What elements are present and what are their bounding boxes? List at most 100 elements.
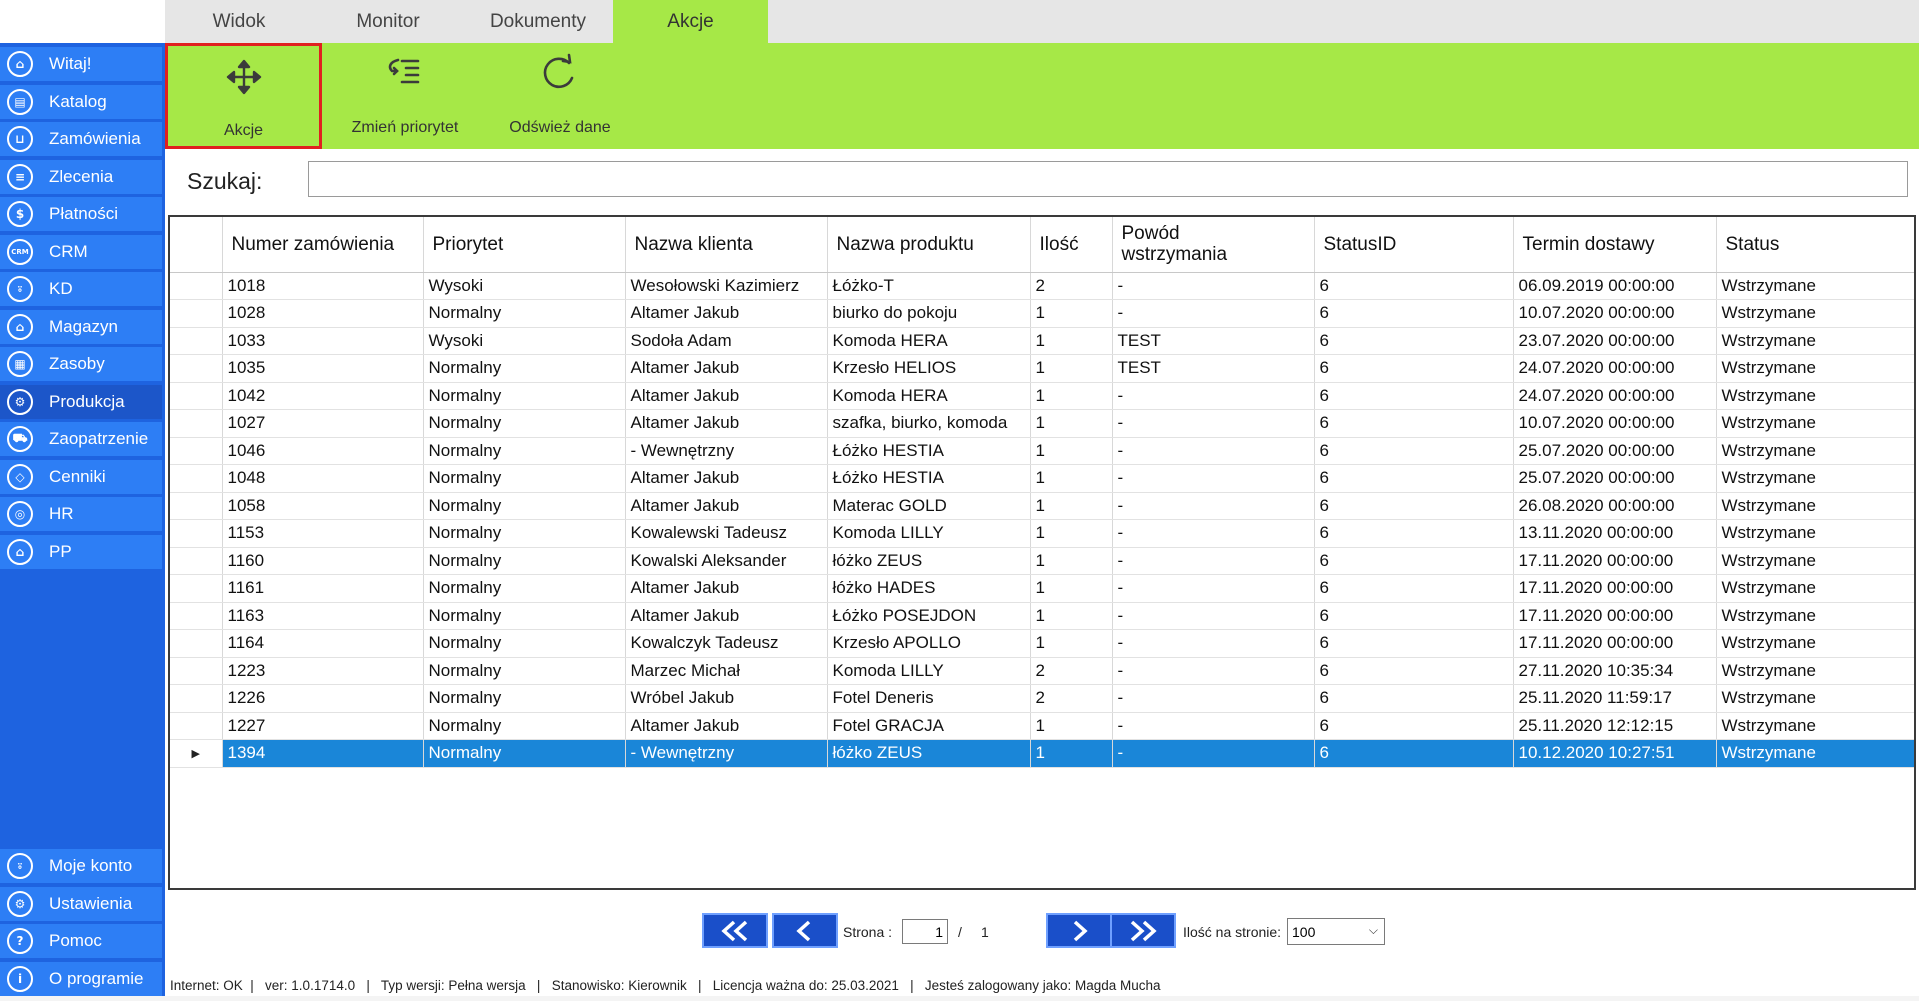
column-header[interactable]: Termin dostawy bbox=[1513, 217, 1717, 273]
table-cell[interactable]: 6 bbox=[1314, 327, 1514, 355]
sidebar-item-produkcja[interactable]: ⚙ Produkcja bbox=[0, 384, 162, 419]
table-cell[interactable]: - bbox=[1112, 602, 1315, 630]
table-cell[interactable]: 6 bbox=[1314, 272, 1514, 300]
table-cell[interactable]: - bbox=[1112, 684, 1315, 713]
table-cell[interactable]: 2 bbox=[1030, 657, 1113, 685]
table-cell[interactable]: 1 bbox=[1030, 382, 1113, 410]
row-header[interactable]: ▶ bbox=[170, 739, 223, 768]
table-cell[interactable]: 1161 bbox=[222, 574, 424, 603]
sidebar-item-zlecenia[interactable]: ≡ Zlecenia bbox=[0, 159, 162, 194]
table-cell[interactable]: Wstrzymane bbox=[1716, 684, 1914, 713]
table-cell[interactable]: Normalny bbox=[423, 739, 626, 768]
table-cell[interactable]: Wysoki bbox=[423, 327, 626, 355]
table-cell[interactable]: Altamer Jakub bbox=[625, 602, 828, 630]
table-cell[interactable]: - Wewnętrzny bbox=[625, 739, 828, 768]
table-cell[interactable]: Wesołowski Kazimierz bbox=[625, 272, 828, 300]
table-cell[interactable]: 2 bbox=[1030, 684, 1113, 713]
sidebar-item-pp[interactable]: ⌂ PP bbox=[0, 534, 162, 569]
table-cell[interactable]: Wysoki bbox=[423, 272, 626, 300]
table-cell[interactable]: 1 bbox=[1030, 464, 1113, 493]
table-cell[interactable]: 24.07.2020 00:00:00 bbox=[1513, 382, 1717, 410]
table-cell[interactable]: łóżko ZEUS bbox=[827, 547, 1031, 575]
sidebar-item-ustawienia[interactable]: ⚙ Ustawienia bbox=[0, 886, 162, 921]
table-cell[interactable]: 6 bbox=[1314, 437, 1514, 465]
table-cell[interactable]: Komoda HERA bbox=[827, 382, 1031, 410]
tab-monitor[interactable]: Monitor bbox=[313, 0, 463, 43]
table-cell[interactable]: Krzesło APOLLO bbox=[827, 629, 1031, 658]
table-cell[interactable]: Kowalczyk Tadeusz bbox=[625, 629, 828, 658]
table-cell[interactable]: 10.07.2020 00:00:00 bbox=[1513, 299, 1717, 328]
table-row[interactable]: 1058 Normalny Altamer Jakub Materac GOLD 1-6… bbox=[170, 492, 1914, 520]
table-cell[interactable]: Wstrzymane bbox=[1716, 299, 1914, 328]
sidebar-item-crm[interactable]: CRM CRM bbox=[0, 234, 162, 269]
table-cell[interactable]: 1 bbox=[1030, 299, 1113, 328]
table-cell[interactable]: 25.11.2020 12:12:15 bbox=[1513, 712, 1717, 740]
row-header[interactable] bbox=[170, 684, 223, 713]
sidebar-item-pomoc[interactable]: ? Pomoc bbox=[0, 924, 162, 958]
table-cell[interactable]: Łóżko HESTIA bbox=[827, 437, 1031, 465]
table-cell[interactable]: Normalny bbox=[423, 712, 626, 740]
table-cell[interactable]: Altamer Jakub bbox=[625, 409, 828, 438]
table-cell[interactable]: - bbox=[1112, 657, 1315, 685]
table-cell[interactable]: Materac GOLD bbox=[827, 492, 1031, 520]
table-cell[interactable]: - bbox=[1112, 437, 1315, 465]
search-input[interactable] bbox=[308, 161, 1908, 197]
table-cell[interactable]: Komoda LILLY bbox=[827, 519, 1031, 548]
table-row[interactable]: 1027 Normalny Altamer Jakub szafka, biurko,… bbox=[170, 409, 1914, 438]
table-cell[interactable]: 1 bbox=[1030, 409, 1113, 438]
row-header[interactable] bbox=[170, 629, 223, 658]
column-header[interactable]: Priorytet bbox=[423, 217, 626, 273]
table-cell[interactable]: - bbox=[1112, 272, 1315, 300]
tab-dokumenty[interactable]: Dokumenty bbox=[463, 0, 613, 43]
sidebar-item-magazyn[interactable]: ⌂ Magazyn bbox=[0, 309, 162, 344]
table-cell[interactable]: Altamer Jakub bbox=[625, 382, 828, 410]
table-cell[interactable]: łóżko HADES bbox=[827, 574, 1031, 603]
table-cell[interactable]: Wstrzymane bbox=[1716, 409, 1914, 438]
previous-page-button[interactable] bbox=[772, 913, 838, 948]
column-header[interactable]: StatusID bbox=[1314, 217, 1514, 273]
table-row[interactable]: 1033 Wysoki Sodoła Adam Komoda HERA 1 TEST 6 23… bbox=[170, 327, 1914, 355]
table-cell[interactable]: Komoda HERA bbox=[827, 327, 1031, 355]
row-header[interactable] bbox=[170, 354, 223, 383]
table-cell[interactable]: 2 bbox=[1030, 272, 1113, 300]
table-cell[interactable]: - bbox=[1112, 519, 1315, 548]
table-cell[interactable]: 1 bbox=[1030, 739, 1113, 768]
table-cell[interactable]: - bbox=[1112, 382, 1315, 410]
table-cell[interactable]: 1227 bbox=[222, 712, 424, 740]
table-cell[interactable]: Wstrzymane bbox=[1716, 464, 1914, 493]
table-cell[interactable]: Wstrzymane bbox=[1716, 519, 1914, 548]
table-cell[interactable]: 1 bbox=[1030, 492, 1113, 520]
sidebar-item-zaopatrzenie[interactable]: ⛟ Zaopatrzenie bbox=[0, 422, 162, 456]
row-header[interactable] bbox=[170, 657, 223, 685]
table-cell[interactable]: 23.07.2020 00:00:00 bbox=[1513, 327, 1717, 355]
table-cell[interactable]: 17.11.2020 00:00:00 bbox=[1513, 602, 1717, 630]
row-header[interactable] bbox=[170, 382, 223, 410]
table-cell[interactable]: 25.07.2020 00:00:00 bbox=[1513, 437, 1717, 465]
table-cell[interactable]: 6 bbox=[1314, 519, 1514, 548]
table-cell[interactable]: 1 bbox=[1030, 602, 1113, 630]
table-cell[interactable]: Normalny bbox=[423, 409, 626, 438]
table-cell[interactable]: 6 bbox=[1314, 492, 1514, 520]
table-cell[interactable]: 1 bbox=[1030, 712, 1113, 740]
table-cell[interactable]: 6 bbox=[1314, 684, 1514, 713]
table-row[interactable]: 1161 Normalny Altamer Jakub łóżko HADES 1-6 1… bbox=[170, 574, 1914, 603]
table-cell[interactable]: Łóżko POSEJDON bbox=[827, 602, 1031, 630]
column-header[interactable]: Status bbox=[1716, 217, 1914, 273]
table-cell[interactable]: szafka, biurko, komoda bbox=[827, 409, 1031, 438]
table-cell[interactable]: Komoda LILLY bbox=[827, 657, 1031, 685]
table-cell[interactable]: Normalny bbox=[423, 437, 626, 465]
table-cell[interactable]: 1 bbox=[1030, 574, 1113, 603]
table-cell[interactable]: 6 bbox=[1314, 657, 1514, 685]
sidebar-item-płatności[interactable]: $ Płatności bbox=[0, 197, 162, 231]
table-cell[interactable]: Altamer Jakub bbox=[625, 712, 828, 740]
table-cell[interactable]: Normalny bbox=[423, 574, 626, 603]
table-cell[interactable]: 1394 bbox=[222, 739, 424, 768]
table-cell[interactable]: Normalny bbox=[423, 299, 626, 328]
table-cell[interactable]: Wstrzymane bbox=[1716, 382, 1914, 410]
table-cell[interactable]: 10.07.2020 00:00:00 bbox=[1513, 409, 1717, 438]
table-cell[interactable]: 1058 bbox=[222, 492, 424, 520]
table-cell[interactable]: 1 bbox=[1030, 547, 1113, 575]
table-cell[interactable]: Krzesło HELIOS bbox=[827, 354, 1031, 383]
sidebar-item-zasoby[interactable]: ▦ Zasoby bbox=[0, 347, 162, 381]
row-header[interactable] bbox=[170, 492, 223, 520]
